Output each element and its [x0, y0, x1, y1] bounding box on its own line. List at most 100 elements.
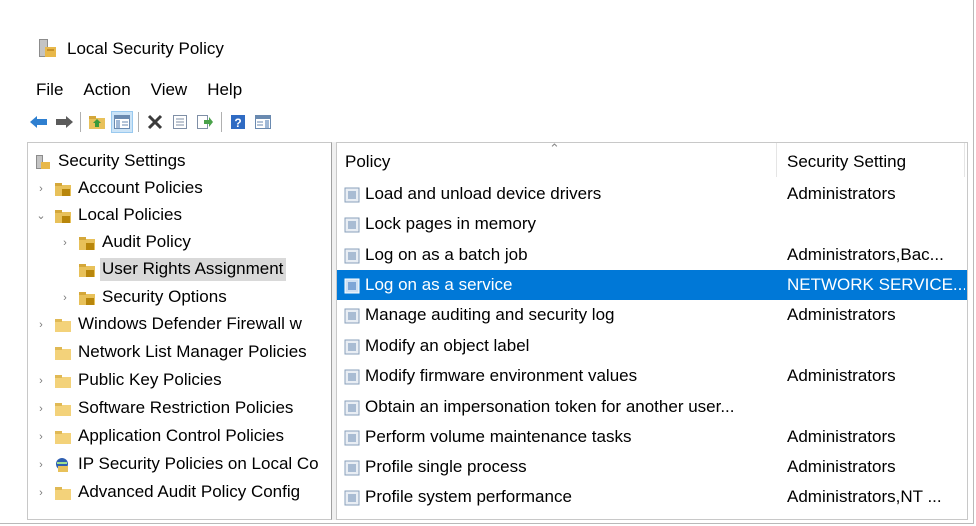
tree-label: Security Options — [102, 287, 227, 306]
policy-item-icon — [344, 339, 360, 355]
column-divider[interactable] — [776, 143, 777, 177]
table-row[interactable]: Load and unload device drivers Administr… — [337, 179, 967, 209]
security-settings-icon — [36, 154, 50, 169]
tree-item-audit-policy[interactable]: › Audit Policy — [58, 229, 331, 256]
chevron-right-icon[interactable]: › — [34, 318, 48, 332]
up-one-level-button[interactable] — [86, 111, 108, 133]
column-header-security-setting[interactable]: Security Setting — [787, 152, 906, 172]
tree-item-application-control-policies[interactable]: › Application Control Policies — [34, 423, 331, 450]
svg-text:?: ? — [234, 116, 241, 130]
folder-icon — [55, 346, 71, 360]
folder-icon — [55, 318, 71, 332]
console-tree-pane[interactable]: Security Settings › Account Policies ⌄ L… — [27, 142, 332, 520]
policy-folder-icon — [55, 182, 71, 196]
policy-item-icon — [344, 369, 360, 385]
security-setting-value: Administrators — [787, 305, 896, 324]
tree-item-public-key-policies[interactable]: › Public Key Policies — [34, 367, 331, 394]
policy-item-icon — [344, 460, 360, 476]
policy-name: Modify an object label — [365, 336, 530, 355]
help-button[interactable]: ? — [227, 111, 249, 133]
chevron-right-icon[interactable]: › — [34, 374, 48, 388]
delete-button[interactable] — [144, 111, 166, 133]
policy-name: Log on as a service — [365, 275, 513, 294]
tree-item-windows-defender-firewall[interactable]: › Windows Defender Firewall w — [34, 311, 331, 338]
chevron-down-icon[interactable]: ⌄ — [34, 209, 48, 223]
show-hide-action-pane-button[interactable] — [252, 111, 274, 133]
menu-help[interactable]: Help — [197, 79, 252, 103]
chevron-right-icon[interactable]: › — [34, 182, 48, 196]
toolbar-separator — [138, 112, 139, 132]
policy-name: Modify firmware environment values — [365, 366, 638, 385]
tree-item-local-policies[interactable]: ⌄ Local Policies — [34, 202, 331, 229]
policy-name: Load and unload device drivers — [365, 184, 602, 203]
table-row[interactable]: Perform volume maintenance tasks Adminis… — [337, 422, 967, 452]
column-divider[interactable] — [964, 143, 965, 177]
tree-label: Application Control Policies — [78, 426, 284, 445]
tree-item-security-settings[interactable]: Security Settings — [34, 148, 331, 175]
policy-item-icon — [344, 400, 360, 416]
tree-label: Windows Defender Firewall w — [78, 314, 302, 333]
table-row[interactable]: Lock pages in memory — [337, 209, 967, 239]
tree-item-ip-security-policies[interactable]: › IP Security Policies on Local Co — [34, 451, 331, 478]
export-list-button[interactable] — [194, 111, 216, 133]
tree-item-security-options[interactable]: › Security Options — [58, 284, 331, 311]
toolbar-separator — [221, 112, 222, 132]
policy-item-icon — [344, 248, 360, 264]
menu-action[interactable]: Action — [73, 79, 140, 103]
table-row[interactable]: Manage auditing and security log Adminis… — [337, 300, 967, 330]
tree-label: Public Key Policies — [78, 370, 222, 389]
tree-label: Advanced Audit Policy Config — [78, 482, 301, 501]
chevron-right-icon[interactable]: › — [34, 458, 48, 472]
table-row-selected[interactable]: Log on as a service NETWORK SERVICE... — [337, 270, 967, 300]
properties-button[interactable] — [169, 111, 191, 133]
policy-folder-icon — [79, 236, 95, 250]
policy-name: Profile single process — [365, 457, 527, 476]
chevron-right-icon[interactable]: › — [58, 236, 72, 250]
chevron-right-icon[interactable]: › — [34, 402, 48, 416]
table-row[interactable]: Modify firmware environment values Admin… — [337, 361, 967, 391]
list-header: Policy ⌃ Security Setting — [337, 143, 967, 178]
security-setting-value: Administrators — [787, 366, 896, 385]
tree-item-software-restriction-policies[interactable]: › Software Restriction Policies — [34, 395, 331, 422]
policy-item-icon — [344, 278, 360, 294]
chevron-right-icon[interactable]: › — [34, 486, 48, 500]
tree-item-network-list-manager-policies[interactable]: Network List Manager Policies — [54, 339, 331, 366]
table-row[interactable]: Profile system performance Administrator… — [337, 482, 967, 512]
security-setting-value: NETWORK SERVICE... — [787, 275, 965, 294]
chevron-right-icon[interactable]: › — [58, 291, 72, 305]
back-button[interactable] — [28, 111, 50, 133]
sort-ascending-icon: ⌃ — [549, 142, 560, 156]
table-row[interactable]: Modify an object label — [337, 331, 967, 361]
tree-label: Account Policies — [78, 178, 203, 197]
policy-item-icon — [344, 490, 360, 506]
export-list-icon — [197, 115, 213, 129]
folder-icon — [55, 486, 71, 500]
show-hide-console-tree-button[interactable] — [111, 111, 133, 133]
column-header-policy[interactable]: Policy — [345, 152, 390, 172]
folder-icon — [55, 430, 71, 444]
tree-label: User Rights Assignment — [100, 258, 287, 281]
tree-item-account-policies[interactable]: › Account Policies — [34, 175, 331, 202]
forward-arrow-icon — [56, 116, 73, 128]
tree-item-advanced-audit-policy-configuration[interactable]: › Advanced Audit Policy Config — [34, 479, 331, 506]
toolbar-separator — [80, 112, 81, 132]
table-row[interactable]: Profile single process Administrators — [337, 452, 967, 482]
security-setting-value: Administrators,NT ... — [787, 487, 942, 506]
menu-bar: File Action View Help — [26, 79, 252, 103]
table-row[interactable]: Obtain an impersonation token for anothe… — [337, 392, 967, 422]
toolbar: ? — [28, 110, 277, 134]
menu-file[interactable]: File — [26, 79, 73, 103]
window-title: Local Security Policy — [67, 39, 224, 58]
table-row[interactable]: Log on as a batch job Administrators,Bac… — [337, 240, 967, 270]
security-setting-value: Administrators — [787, 427, 896, 446]
forward-button[interactable] — [53, 111, 75, 133]
local-security-policy-app-icon — [39, 39, 56, 57]
chevron-right-icon[interactable]: › — [34, 430, 48, 444]
security-setting-value: Administrators — [787, 184, 896, 203]
menu-view[interactable]: View — [141, 79, 198, 103]
ip-security-icon — [56, 457, 68, 472]
tree-item-user-rights-assignment[interactable]: User Rights Assignment — [78, 256, 331, 283]
policy-name: Profile system performance — [365, 487, 572, 506]
policy-name: Perform volume maintenance tasks — [365, 427, 632, 446]
tree-label: IP Security Policies on Local Co — [78, 454, 319, 473]
